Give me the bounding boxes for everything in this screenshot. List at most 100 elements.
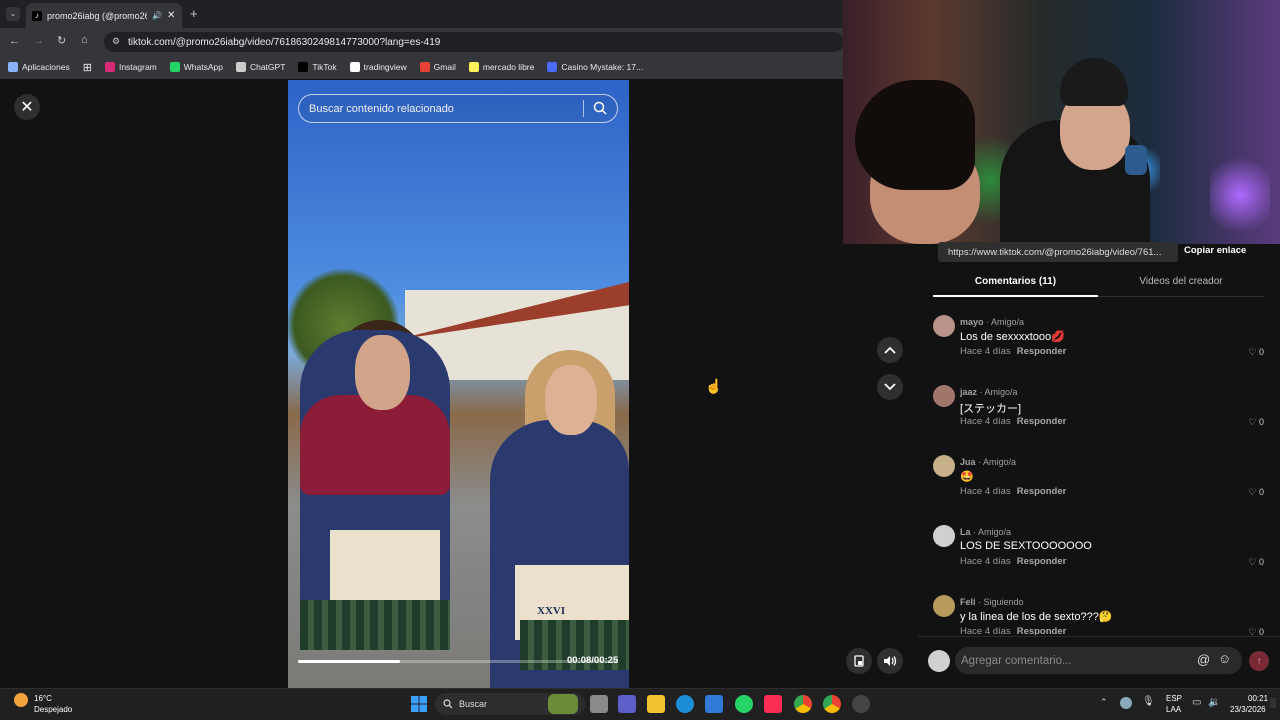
copy-link-button[interactable]: Copiar enlace <box>1184 245 1246 256</box>
task-view-icon[interactable] <box>590 695 608 713</box>
bookmark-item[interactable]: mercado libre <box>468 62 534 72</box>
taskbar-widget-icon[interactable] <box>548 694 578 714</box>
forward-icon[interactable]: → <box>33 35 44 47</box>
bookmark-label: Gmail <box>433 62 456 72</box>
comment-like[interactable]: ♡ 0 <box>1248 487 1264 498</box>
language-layout[interactable]: LAA <box>1166 705 1181 714</box>
reply-button[interactable]: Responder <box>1017 416 1067 427</box>
music-icon[interactable] <box>764 695 782 713</box>
weather-desc: Despejado <box>34 705 73 714</box>
comment-like[interactable]: ♡ 0 <box>1248 627 1264 635</box>
tab-comments[interactable]: Comentarios (11) <box>933 276 1098 287</box>
start-icon[interactable] <box>411 696 427 717</box>
like-count: 0 <box>1258 557 1264 567</box>
home-icon[interactable]: ⌂ <box>81 34 88 46</box>
reply-button[interactable]: Responder <box>1017 626 1067 635</box>
audio-icon[interactable]: 🔊 <box>152 11 162 20</box>
show-desktop[interactable] <box>1270 698 1276 708</box>
bookmark-item[interactable]: Aplicaciones <box>8 62 70 72</box>
comment-username[interactable]: La · Amigo/a <box>960 527 1011 537</box>
reply-button[interactable]: Responder <box>1017 346 1067 357</box>
search-icon[interactable] <box>593 101 607 120</box>
comment-avatar[interactable] <box>933 315 955 337</box>
clock-time[interactable]: 00:21 <box>1248 694 1268 703</box>
microphone-icon[interactable]: 🎙 <box>1142 696 1155 707</box>
video-timecode: 00:08/00:25 <box>567 655 619 666</box>
chevron-down-icon <box>884 383 896 391</box>
video-person-1-hoodie <box>300 395 450 495</box>
taskbar-search-text: Buscar <box>459 699 488 709</box>
store-icon[interactable] <box>705 695 723 713</box>
chrome-icon[interactable] <box>794 695 812 713</box>
comment-avatar[interactable] <box>933 595 955 617</box>
back-icon[interactable]: ← <box>9 35 20 47</box>
weather-icon[interactable] <box>14 693 28 707</box>
comment-username[interactable]: Feli · Siguiendo <box>960 597 1024 607</box>
bookmark-icon <box>169 62 180 72</box>
pip-button[interactable] <box>846 648 872 674</box>
like-count: 0 <box>1258 487 1264 497</box>
reload-icon[interactable]: ↻ <box>57 34 66 47</box>
bookmark-label: TikTok <box>312 62 337 72</box>
apps-grid-icon[interactable]: ⊞ <box>83 61 92 74</box>
whatsapp-icon[interactable] <box>735 695 753 713</box>
comment-like[interactable]: ♡ 0 <box>1248 417 1264 428</box>
tray-chevron-icon[interactable]: ⌃ <box>1100 697 1108 708</box>
video-link-field[interactable]: https://www.tiktok.com/@promo26iabg/vide… <box>938 242 1178 262</box>
chrome-profile-icon[interactable] <box>823 695 841 713</box>
tray-network-icon[interactable] <box>1120 697 1132 709</box>
app-icon[interactable] <box>852 695 870 713</box>
tab-creator-videos[interactable]: Videos del creador <box>1098 276 1264 287</box>
comment-like[interactable]: ♡ 0 <box>1248 557 1264 568</box>
clock-date[interactable]: 23/3/2026 <box>1230 705 1266 714</box>
bookmark-item[interactable]: TikTok <box>298 62 337 72</box>
reply-button[interactable]: Responder <box>1017 486 1067 497</box>
user-avatar[interactable] <box>928 650 950 672</box>
bookmark-item[interactable]: Gmail <box>419 62 456 72</box>
reply-button[interactable]: Responder <box>1017 556 1067 567</box>
browser-tab-active[interactable]: ♪ promo26iabg (@promo26ia 🔊 ✕ <box>26 3 182 28</box>
emoji-icon[interactable]: ☺ <box>1218 651 1231 666</box>
close-tab-icon[interactable]: ✕ <box>167 10 175 21</box>
speaker-icon[interactable]: 🔉 <box>1208 697 1220 708</box>
bookmark-item[interactable]: Casino Mystake: 17... <box>547 62 643 72</box>
comment-username[interactable]: mayo · Amigo/a <box>960 317 1024 327</box>
comment-username[interactable]: jaaz · Amigo/a <box>960 387 1018 397</box>
arrow-up-icon: ↑ <box>1256 655 1262 667</box>
bookmark-icon <box>298 62 309 72</box>
comment-username[interactable]: Jua · Amigo/a <box>960 457 1016 467</box>
post-comment-button[interactable]: ↑ <box>1249 651 1269 671</box>
bookmark-item[interactable]: Instagram <box>104 62 157 72</box>
heart-icon: ♡ <box>1248 417 1257 427</box>
file-explorer-icon[interactable] <box>647 695 665 713</box>
comment-avatar[interactable] <box>933 455 955 477</box>
edge-icon[interactable] <box>676 695 694 713</box>
bookmark-item[interactable]: ChatGPT <box>235 62 285 72</box>
tab-title: promo26iabg (@promo26ia <box>47 10 147 21</box>
comment-avatar[interactable] <box>933 385 955 407</box>
language-code[interactable]: ESP <box>1166 694 1182 703</box>
comment-like[interactable]: ♡ 0 <box>1248 347 1264 358</box>
display-icon[interactable]: ▭ <box>1192 697 1201 708</box>
site-info-icon[interactable]: ⚙ <box>112 36 120 47</box>
windows-taskbar <box>0 688 1280 720</box>
comment-text: LOS DE SEXTOOOOOOO <box>960 540 1092 552</box>
bookmark-label: WhatsApp <box>183 62 223 72</box>
bookmark-item[interactable]: tradingview <box>349 62 407 72</box>
tab-list-icon[interactable]: ⌄ <box>6 7 20 21</box>
next-video-button[interactable] <box>877 374 903 400</box>
teams-icon[interactable] <box>618 695 636 713</box>
comment-avatar[interactable] <box>933 525 955 547</box>
bookmark-item[interactable]: WhatsApp <box>169 62 223 72</box>
new-tab-button[interactable]: + <box>190 6 198 21</box>
url-bar[interactable]: ⚙ tiktok.com/@promo26iabg/video/76186302… <box>104 32 844 52</box>
comments-list[interactable]: mayo · Amigo/a Los de sexxxxtooo💋 Hace 4 d… <box>918 315 1280 635</box>
comment-item: La · Amigo/a LOS DE SEXTOOOOOOO Hace 4 día… <box>933 525 1264 585</box>
mention-icon[interactable]: @ <box>1197 652 1210 667</box>
volume-button[interactable] <box>877 648 903 674</box>
previous-video-button[interactable] <box>877 337 903 363</box>
url-text: tiktok.com/@promo26iabg/video/7618630249… <box>128 36 441 48</box>
related-search-input[interactable]: Buscar contenido relacionado <box>298 94 618 123</box>
close-video-button[interactable]: ✕ <box>14 94 40 120</box>
weather-temp: 16°C <box>34 694 52 703</box>
